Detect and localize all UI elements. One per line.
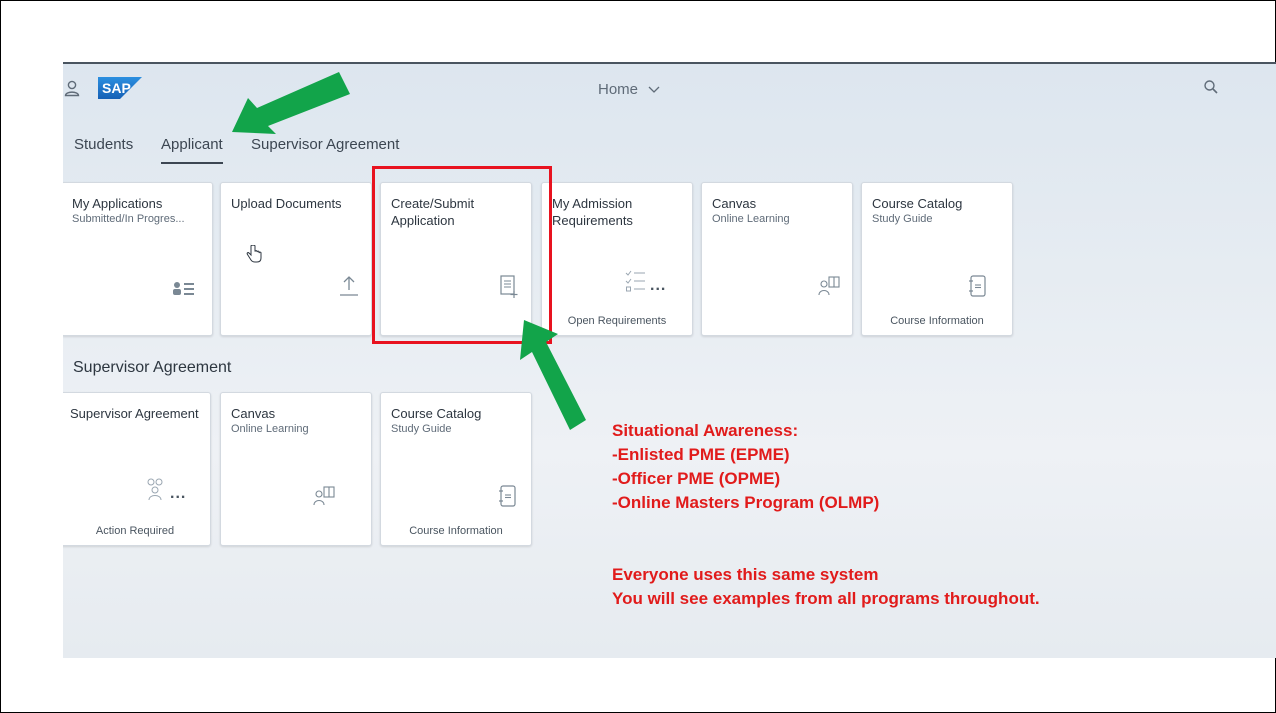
tile-course-catalog[interactable]: Course Catalog Study Guide Course Inform… [861, 182, 1013, 336]
green-arrow-pointing-applicant [232, 72, 350, 134]
tile-upload-documents[interactable]: Upload Documents [220, 182, 372, 336]
learning-icon [818, 276, 840, 296]
tile-subtitle: Online Learning [231, 423, 309, 435]
tile-subtitle: Study Guide [391, 423, 452, 435]
tile-title: Course Catalog [391, 406, 482, 421]
upload-icon [340, 276, 358, 296]
tile-footer: Course Information [890, 315, 984, 327]
tile-footer: Course Information [409, 525, 503, 537]
annotation-heading: Situational Awareness: [612, 421, 799, 440]
tab-applicant-label: Applicant [161, 136, 223, 153]
tile-title: Canvas [231, 406, 276, 421]
tab-students[interactable]: Students [74, 136, 133, 162]
tile-subtitle: Study Guide [872, 213, 933, 225]
home-title-label: Home [598, 81, 639, 98]
catalog-icon [969, 275, 986, 297]
tile-footer: Action Required [95, 525, 175, 537]
tile-title: My Admission Requirements [552, 196, 633, 228]
user-icon[interactable] [63, 79, 81, 97]
tile-canvas[interactable]: Canvas Online Learning [701, 182, 853, 336]
tile-my-applications[interactable]: My Applications Submitted/In Progres... [63, 182, 213, 336]
tab-supervisor-agreement-label: Supervisor Agreement [251, 136, 400, 153]
section-title-supervisor-agreement: Supervisor Agreement [73, 359, 232, 376]
tile-supervisor-agreement[interactable]: Supervisor Agreement ... Action Required [63, 392, 211, 546]
tile-my-admission-requirements[interactable]: My Admission Requirements ... Open Requi… [541, 182, 693, 336]
annotation-note-1: Everyone uses this same system [612, 565, 879, 584]
tile-title: My Applications [72, 196, 163, 211]
group-icon [147, 478, 163, 501]
learning-icon [313, 486, 335, 506]
more-indicator: ... [650, 277, 667, 294]
tile-title: Upload Documents [231, 196, 342, 211]
annotation-item-epme: -Enlisted PME (EPME) [612, 445, 790, 464]
tile-subtitle: Submitted/In Progres... [72, 213, 185, 225]
tile-canvas-supervisor[interactable]: Canvas Online Learning [220, 392, 372, 546]
tab-applicant[interactable]: Applicant [161, 136, 223, 164]
checklist-icon [625, 270, 645, 292]
annotation-item-opme: -Officer PME (OPME) [612, 469, 781, 488]
search-icon[interactable] [1203, 79, 1219, 95]
catalog-icon [499, 485, 516, 507]
green-arrow-pointing-create-submit [520, 320, 586, 430]
chevron-down-icon [648, 86, 660, 93]
sap-logo[interactable]: SAP [98, 77, 142, 99]
tile-title: Supervisor Agreement [70, 406, 199, 421]
applications-icon [173, 282, 194, 295]
tile-title: Canvas [712, 196, 757, 211]
hand-cursor-icon [246, 245, 262, 263]
tab-students-label: Students [74, 136, 134, 153]
annotation-note-2: You will see examples from all programs … [612, 589, 1040, 608]
tile-subtitle: Online Learning [712, 213, 790, 225]
tile-title: Course Catalog [872, 196, 963, 211]
home-title-menu[interactable]: Home [598, 81, 660, 98]
more-indicator: ... [170, 485, 187, 502]
annotation-item-olmp: -Online Masters Program (OLMP) [612, 493, 880, 512]
tab-supervisor-agreement[interactable]: Supervisor Agreement [251, 136, 399, 162]
sap-logo-text: SAP [102, 80, 131, 96]
